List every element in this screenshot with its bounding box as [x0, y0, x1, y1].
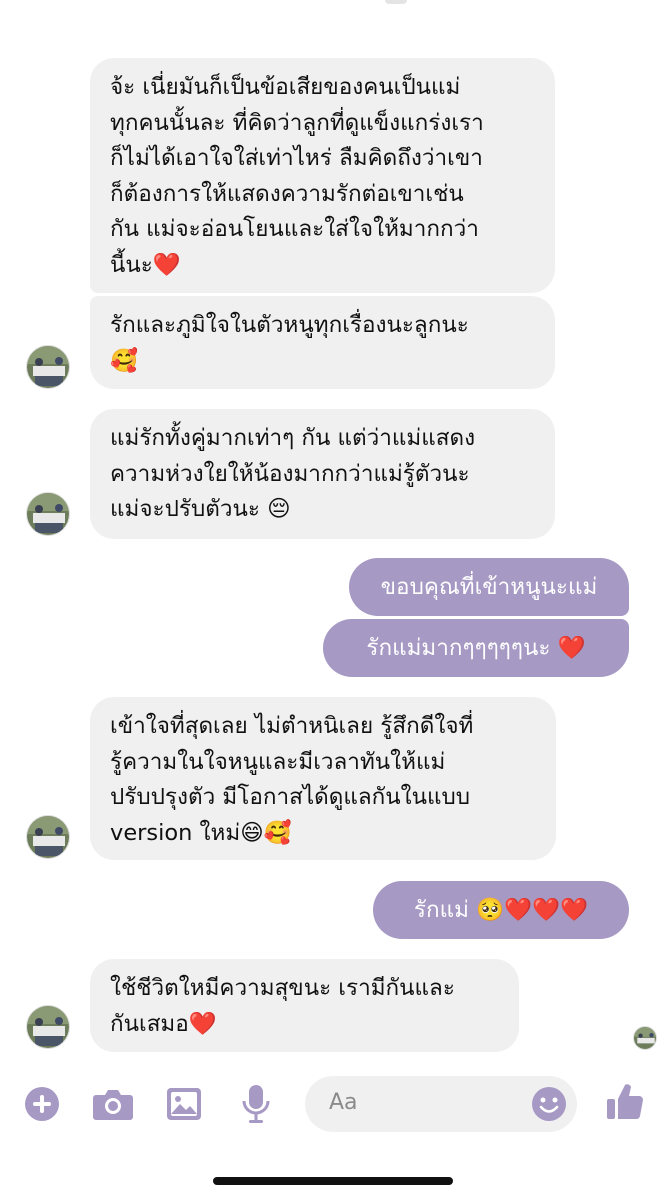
contact-avatar[interactable]: [26, 345, 70, 389]
status-indicator: [385, 0, 407, 4]
thumbs-up-icon[interactable]: [605, 1079, 645, 1120]
gallery-icon[interactable]: [165, 1085, 205, 1125]
contact-avatar[interactable]: [26, 492, 70, 536]
plus-icon[interactable]: [23, 1085, 63, 1125]
outgoing-message[interactable]: ขอบคุณที่เข้าหนูนะแม่: [349, 558, 629, 616]
message-input-placeholder: Aa: [329, 1090, 358, 1115]
outgoing-message[interactable]: รักแม่ 🥺❤️❤️❤️: [373, 881, 629, 939]
read-receipt-avatar: [633, 1026, 657, 1050]
contact-avatar[interactable]: [26, 815, 70, 859]
message-input[interactable]: Aa: [305, 1076, 577, 1132]
microphone-icon[interactable]: [241, 1083, 281, 1123]
camera-icon[interactable]: [92, 1085, 133, 1125]
incoming-message[interactable]: รักและภูมิใจในตัวหนูทุกเรื่องนะลูกนะ 🥰: [90, 296, 555, 389]
incoming-message[interactable]: ใช้ชีวิตใหมีความสุขนะ เรามีกันและ กันเสม…: [90, 959, 519, 1052]
emoji-icon[interactable]: [531, 1086, 567, 1126]
outgoing-message[interactable]: รักแม่มากๆๆๆๆๆนะ ❤️: [323, 619, 629, 677]
incoming-message[interactable]: เข้าใจที่สุดเลย ไม่ตำหนิเลย รู้สึกดีใจที…: [90, 697, 556, 860]
home-indicator: [213, 1177, 453, 1185]
incoming-message[interactable]: จ้ะ เนี่ยมันก็เป็นข้อเสียของคนเป็นแม่ ทุ…: [90, 58, 555, 293]
incoming-message[interactable]: แม่รักทั้งคู่มากเท่าๆ กัน แต่ว่าแม่แสดง …: [90, 409, 555, 539]
contact-avatar[interactable]: [26, 1005, 70, 1049]
